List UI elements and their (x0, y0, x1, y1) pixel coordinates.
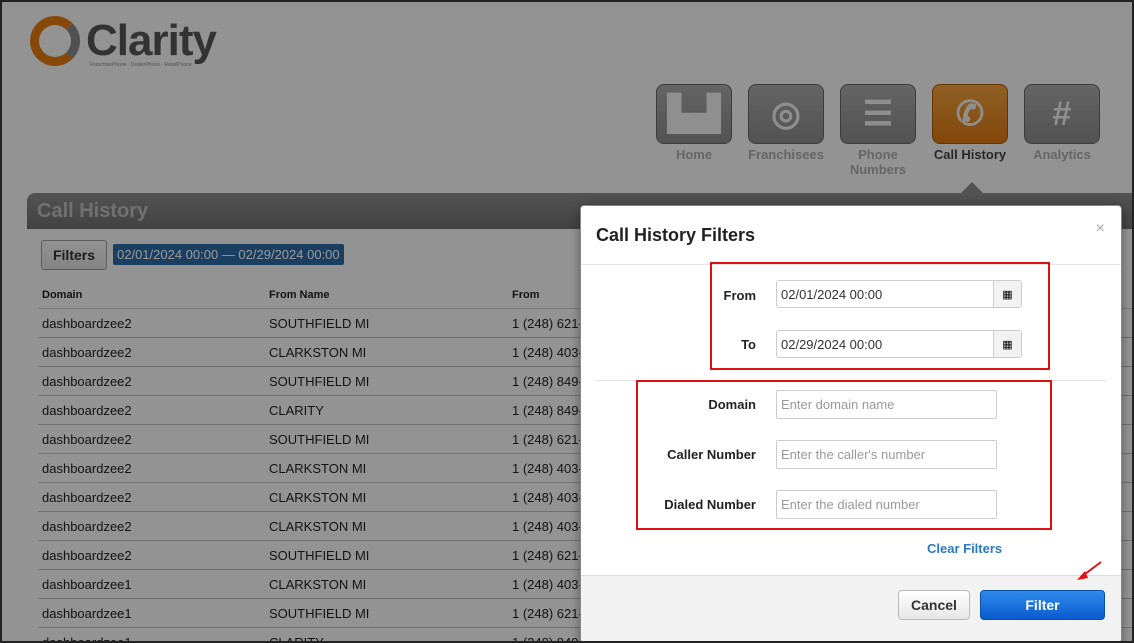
to-label: To (741, 337, 756, 352)
to-date-input[interactable] (777, 331, 993, 357)
from-label: From (723, 288, 757, 303)
close-icon[interactable]: × (1096, 220, 1105, 238)
dialed-number-input[interactable] (776, 490, 997, 519)
divider (595, 380, 1107, 381)
dialed-number-label: Dialed Number (664, 497, 756, 512)
from-date-input[interactable] (777, 281, 993, 307)
caller-number-input[interactable] (776, 440, 997, 469)
arrow-annotation-icon (1077, 561, 1102, 580)
to-date-field[interactable]: ▦ (776, 330, 1022, 358)
call-history-filters-modal: Call History Filters × From ▦ To ▦ Domai… (580, 205, 1122, 641)
modal-footer: Cancel Filter (581, 575, 1121, 641)
caller-number-label: Caller Number (667, 447, 756, 462)
modal-title: Call History Filters (596, 225, 756, 245)
from-date-field[interactable]: ▦ (776, 280, 1022, 308)
divider (581, 264, 1121, 265)
cancel-button[interactable]: Cancel (898, 590, 970, 620)
app-window: Clarity FranchisePhone · DealerPhone · R… (0, 0, 1134, 643)
calendar-icon[interactable]: ▦ (993, 281, 1021, 307)
domain-input[interactable] (776, 390, 997, 419)
domain-label: Domain (708, 397, 756, 412)
clear-filters-link[interactable]: Clear Filters (927, 541, 1002, 556)
filter-button[interactable]: Filter (980, 590, 1105, 620)
calendar-icon[interactable]: ▦ (993, 331, 1021, 357)
